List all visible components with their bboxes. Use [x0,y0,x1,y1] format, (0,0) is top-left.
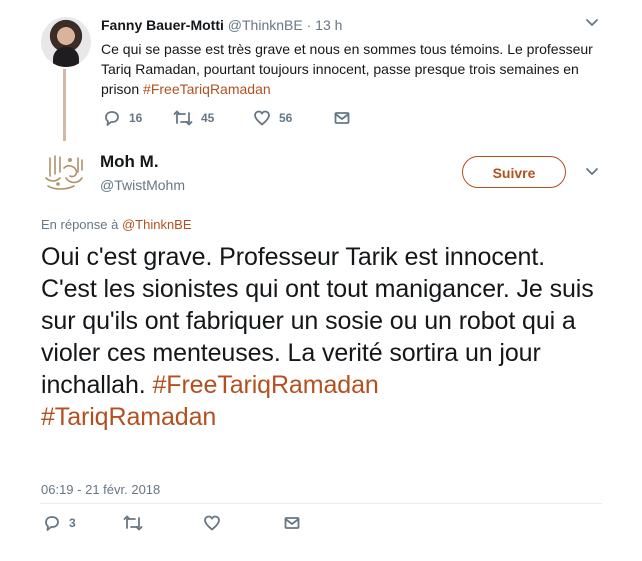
tweet-actions: 3 [43,514,301,532]
reply-mention-link[interactable]: @ThinknBE [122,217,192,232]
reply-button[interactable]: 16 [103,109,173,127]
hashtag-link[interactable]: #FreeTariqRamadan [143,81,271,97]
retweet-button[interactable] [123,514,203,532]
direct-message-button[interactable] [333,109,351,127]
parent-tweet-header: Fanny Bauer-Motti @ThinknBE · 13 h [101,17,342,33]
like-button[interactable]: 56 [253,109,333,127]
thread-connector [63,69,66,141]
chevron-down-icon[interactable] [585,164,599,183]
reply-count: 3 [69,516,76,530]
reply-button[interactable]: 3 [43,514,123,532]
like-count: 56 [279,111,293,125]
tweet-text: Oui c'est grave. Professeur Tarik est in… [41,241,601,433]
retweet-icon [123,515,143,531]
parent-author-name[interactable]: Fanny Bauer-Motti [101,17,224,33]
reply-count: 16 [129,111,143,125]
tweet-timestamp[interactable]: 06:19 - 21 févr. 2018 [41,482,160,497]
chevron-down-icon[interactable] [585,15,599,34]
retweet-icon [173,110,193,126]
hashtag-link[interactable]: #FreeTariqRamadan [152,371,378,399]
author-name[interactable]: Moh M. [100,152,159,172]
like-icon [254,110,270,126]
direct-message-button[interactable] [283,514,301,532]
hashtag-link[interactable]: #TariqRamadan [41,403,216,431]
author-handle[interactable]: @TwistMohm [100,177,185,193]
header-separator: · [306,17,312,33]
reply-prefix: En réponse à [41,217,122,232]
reply-icon [105,111,119,126]
reply-icon [45,516,59,531]
retweet-button[interactable]: 45 [173,109,253,127]
parent-tweet-actions: 16 45 56 [103,109,351,127]
calligraphy-avatar[interactable] [40,148,88,196]
like-icon [204,515,220,531]
message-icon [334,112,350,124]
parent-author-handle[interactable]: @ThinknBE [228,17,303,33]
reply-context: En réponse à @ThinknBE [41,217,192,232]
follow-button[interactable]: Suivre [462,156,566,188]
divider [40,503,602,504]
parent-avatar[interactable] [41,17,91,67]
parent-tweet-time[interactable]: 13 h [315,17,342,33]
retweet-count: 45 [201,111,215,125]
message-icon [284,517,300,529]
parent-tweet-text: Ce qui se passe est très grave et nous e… [101,39,601,99]
like-button[interactable] [203,514,283,532]
